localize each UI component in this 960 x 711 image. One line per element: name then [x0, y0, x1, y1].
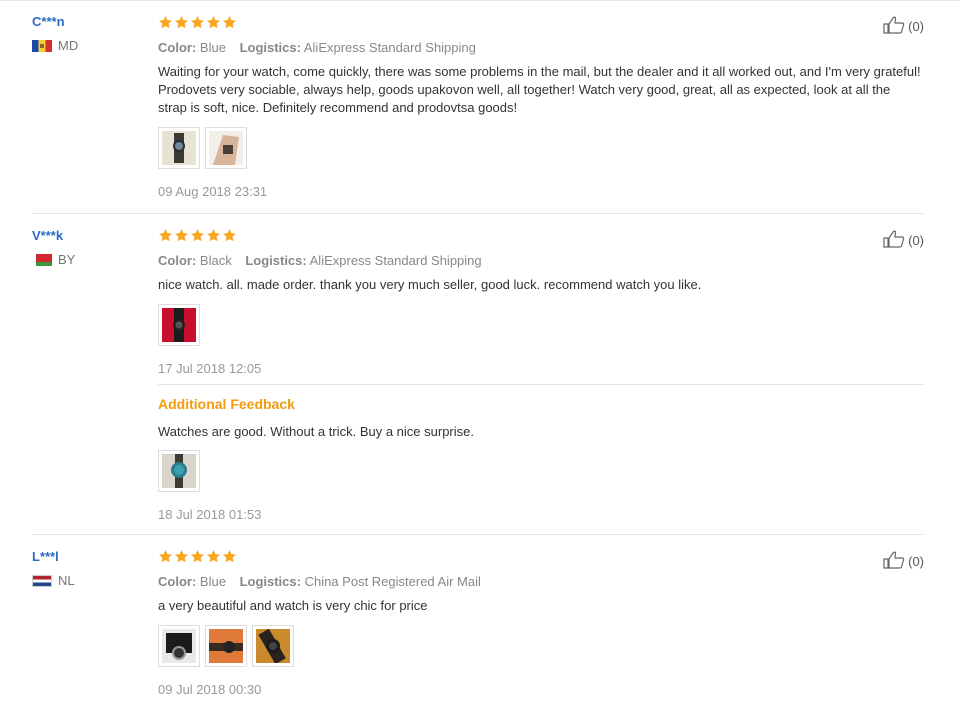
review-meta: Color: Blue Logistics: AliExpress Standa… [158, 40, 924, 55]
additional-feedback-text: Watches are good. Without a trick. Buy a… [158, 424, 474, 439]
review-item: L***l NL Color: Blue Logistics: China Po… [32, 535, 924, 711]
logistics-value: AliExpress Standard Shipping [303, 40, 476, 55]
reviewer-name[interactable]: L***l [32, 549, 142, 564]
reviewer-info: L***l NL [32, 549, 142, 588]
logistics-label: Logistics: [239, 40, 301, 55]
review-text: Waiting for your watch, come quickly, th… [158, 64, 921, 115]
netherlands-flag-icon [32, 574, 52, 587]
review-date: 17 Jul 2018 12:05 [158, 361, 262, 376]
star-rating [158, 549, 924, 565]
star-icon [190, 15, 205, 30]
star-icon [190, 549, 205, 564]
logistics-value: AliExpress Standard Shipping [309, 253, 482, 268]
review-date: 09 Aug 2018 23:31 [158, 184, 268, 199]
helpful-count: (0) [908, 554, 924, 569]
star-icon [158, 549, 173, 564]
country-code: MD [58, 38, 79, 53]
reviewer-info: V***k BY [32, 228, 142, 267]
moldova-flag-icon [32, 39, 52, 52]
thumbs-up-icon [883, 551, 908, 572]
thumbs-up-icon [883, 16, 908, 37]
star-rating [158, 228, 924, 244]
star-icon [222, 15, 237, 30]
additional-feedback-date: 18 Jul 2018 01:53 [158, 507, 262, 522]
color-value: Blue [199, 40, 226, 55]
review-date: 09 Jul 2018 00:30 [158, 682, 262, 697]
review-text: nice watch. all. made order. thank you v… [158, 277, 702, 292]
reviewer-country: NL [32, 573, 142, 588]
helpful-button[interactable]: (0) [883, 230, 924, 251]
color-label: Color: [158, 574, 197, 589]
review-item: V***k BY Color: Black Logistics: AliExpr… [32, 214, 924, 535]
reviewer-country: BY [32, 252, 142, 267]
review-photo-thumbnail[interactable] [158, 450, 200, 492]
review-meta: Color: Blue Logistics: China Post Regist… [158, 574, 924, 589]
logistics-label: Logistics: [239, 574, 301, 589]
reviewer-name[interactable]: C***n [32, 14, 142, 29]
additional-feedback: Additional Feedback Watches are good. Wi… [158, 384, 924, 522]
review-photos [158, 625, 924, 667]
color-label: Color: [158, 40, 197, 55]
review-content: Color: Blue Logistics: China Post Regist… [158, 549, 924, 697]
belarus-flag-icon [32, 253, 52, 266]
review-photos [158, 304, 924, 346]
review-photo-thumbnail[interactable] [205, 625, 247, 667]
country-code: BY [58, 252, 76, 267]
review-photos [158, 127, 924, 169]
star-icon [174, 15, 189, 30]
thumbs-up-icon [883, 230, 908, 251]
review-photo-thumbnail[interactable] [158, 304, 200, 346]
star-icon [158, 228, 173, 243]
review-item: C***n MD Color: Blue Logistics: AliExpre… [32, 0, 924, 214]
review-content: Color: Black Logistics: AliExpress Stand… [158, 228, 924, 376]
star-icon [222, 549, 237, 564]
star-icon [174, 549, 189, 564]
star-icon [222, 228, 237, 243]
review-photo-thumbnail[interactable] [205, 127, 247, 169]
review-photo-thumbnail[interactable] [158, 127, 200, 169]
star-icon [190, 228, 205, 243]
review-text: a very beautiful and watch is very chic … [158, 598, 428, 613]
logistics-label: Logistics: [245, 253, 307, 268]
helpful-count: (0) [908, 233, 924, 248]
review-meta: Color: Black Logistics: AliExpress Stand… [158, 253, 924, 268]
star-icon [174, 228, 189, 243]
helpful-button[interactable]: (0) [883, 551, 924, 572]
color-value: Black [199, 253, 232, 268]
star-rating [158, 15, 924, 31]
reviewer-name[interactable]: V***k [32, 228, 142, 243]
helpful-button[interactable]: (0) [883, 16, 924, 37]
review-photo-thumbnail[interactable] [158, 625, 200, 667]
star-icon [206, 15, 221, 30]
star-icon [206, 549, 221, 564]
additional-feedback-title: Additional Feedback [158, 396, 295, 412]
review-photo-thumbnail[interactable] [252, 625, 294, 667]
reviewer-info: C***n MD [32, 14, 142, 53]
reviewer-country: MD [32, 38, 142, 53]
country-code: NL [58, 573, 75, 588]
color-value: Blue [199, 574, 226, 589]
helpful-count: (0) [908, 19, 924, 34]
star-icon [206, 228, 221, 243]
review-content: Color: Blue Logistics: AliExpress Standa… [158, 15, 924, 199]
additional-feedback-photos [158, 450, 924, 492]
color-label: Color: [158, 253, 197, 268]
star-icon [158, 15, 173, 30]
logistics-value: China Post Registered Air Mail [304, 574, 481, 589]
